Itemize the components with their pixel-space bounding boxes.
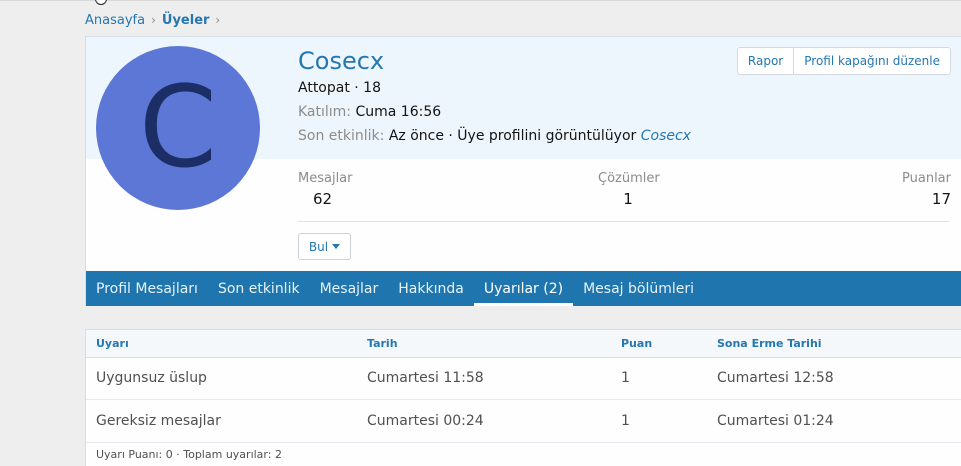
stat-solutions-value: 1	[623, 190, 633, 208]
warning-date: Cumartesi 11:58	[367, 370, 484, 386]
joined-value: Cuma 16:56	[355, 104, 442, 120]
tab-warnings[interactable]: Uyarılar (2)	[473, 271, 574, 306]
column-header-points: Puan	[621, 337, 653, 350]
joined-info: Katılım: Cuma 16:56	[298, 104, 441, 120]
edit-cover-button[interactable]: Profil kapağını düzenle	[793, 48, 950, 74]
stat-solutions: Çözümler 1	[598, 171, 660, 208]
chevron-right-icon: ›	[215, 13, 221, 27]
breadcrumb: Anasayfa › Üyeler ›	[85, 13, 226, 28]
table-row[interactable]: Uygunsuz üslup Cumartesi 11:58 1 Cumarte…	[86, 357, 961, 400]
stat-points: Puanlar 17	[902, 171, 951, 208]
find-dropdown-button[interactable]: Bul	[298, 233, 351, 260]
column-header-date: Tarih	[367, 337, 398, 350]
last-activity-info: Son etkinlik: Az önce · Üye profilini gö…	[298, 128, 691, 144]
stat-messages-value: 62	[313, 190, 333, 208]
find-label: Bul	[308, 239, 329, 254]
table-row[interactable]: Gereksiz mesajlar Cumartesi 00:24 1 Cuma…	[86, 400, 961, 443]
warning-expiry: Cumartesi 01:24	[717, 413, 834, 429]
avatar[interactable]: C	[96, 46, 260, 210]
warning-title[interactable]: Uygunsuz üslup	[96, 370, 207, 386]
warning-title[interactable]: Gereksiz mesajlar	[96, 413, 221, 429]
stat-messages[interactable]: Mesajlar 62	[298, 171, 353, 208]
column-header-expiry: Sona Erme Tarihi	[717, 337, 822, 350]
tab-message-threads[interactable]: Mesaj bölümleri	[573, 271, 704, 306]
warning-points: 1	[621, 413, 630, 429]
tab-about[interactable]: Hakkında	[388, 271, 474, 306]
chevron-right-icon: ›	[151, 13, 156, 27]
tab-messages[interactable]: Mesajlar	[310, 271, 389, 306]
profile-actions: Rapor Profil kapağını düzenle	[736, 47, 951, 75]
stat-points-value: 17	[931, 190, 951, 208]
column-header-warning: Uyarı	[96, 337, 129, 350]
last-activity-user-link[interactable]: Cosecx	[641, 128, 691, 144]
warning-expiry: Cumartesi 12:58	[717, 370, 834, 386]
caret-down-icon	[332, 244, 341, 249]
stat-messages-label: Mesajlar	[298, 171, 353, 186]
warnings-summary: Uyarı Puanı: 0 · Toplam uyarılar: 2	[96, 448, 282, 461]
profile-tabs: Profil Mesajları Son etkinlik Mesajlar H…	[86, 271, 961, 306]
joined-label: Katılım:	[298, 104, 352, 120]
report-button[interactable]: Rapor	[738, 48, 793, 74]
tab-profile-posts[interactable]: Profil Mesajları	[86, 271, 208, 306]
warning-points: 1	[621, 370, 630, 386]
table-header: Uyarı Tarih Puan Sona Erme Tarihi	[86, 330, 961, 358]
breadcrumb-home-link[interactable]: Anasayfa	[85, 13, 145, 28]
last-activity-value: Az önce · Üye profilini görüntülüyor	[388, 128, 637, 144]
tab-latest-activity[interactable]: Son etkinlik	[208, 271, 310, 306]
stat-solutions-label: Çözümler	[598, 171, 660, 186]
breadcrumb-members-link[interactable]: Üyeler	[162, 13, 210, 28]
last-activity-label: Son etkinlik:	[298, 128, 385, 144]
stat-points-label: Puanlar	[902, 171, 951, 186]
warning-date: Cumartesi 00:24	[367, 413, 484, 429]
user-title-line: Attopat · 18	[298, 80, 381, 96]
window-top-border	[0, 0, 961, 1]
mouse-cursor	[95, 0, 107, 5]
member-profile-header: C Cosecx Attopat · 18 Katılım: Cuma 16:5…	[85, 36, 961, 306]
username[interactable]: Cosecx	[298, 47, 384, 75]
warnings-table: Uyarı Tarih Puan Sona Erme Tarihi Uyguns…	[85, 329, 961, 466]
stats-divider	[298, 221, 949, 222]
